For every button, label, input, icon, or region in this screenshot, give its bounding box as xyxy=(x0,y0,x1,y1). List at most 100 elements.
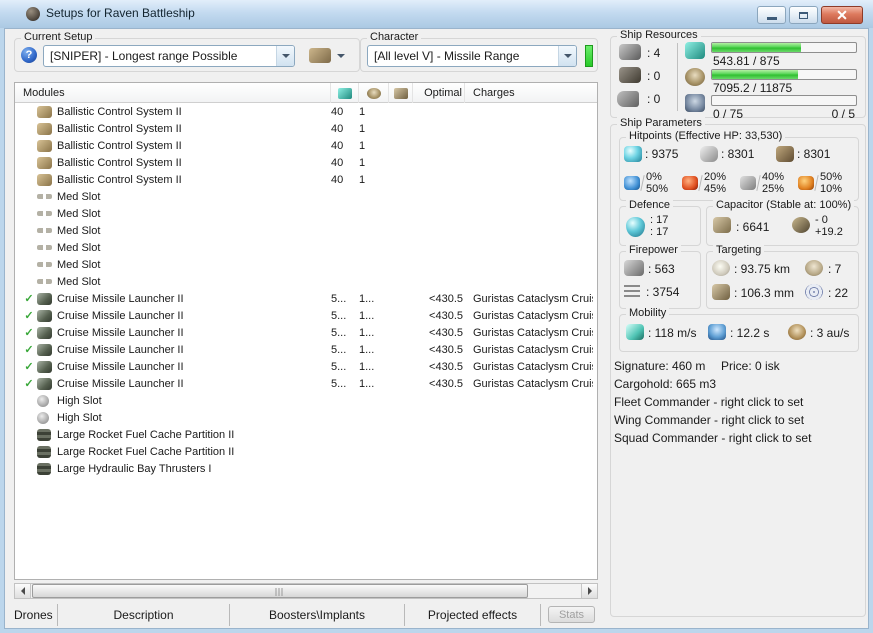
module-row[interactable]: High Slot xyxy=(15,409,597,426)
maximize-button[interactable] xyxy=(789,6,818,24)
module-name: High Slot xyxy=(57,394,102,407)
scrollbar-thumb[interactable] xyxy=(32,584,528,598)
drone-icon xyxy=(685,94,705,112)
module-cpu-value: 40 xyxy=(331,122,344,135)
fitted-check-icon: ✓ xyxy=(24,327,34,339)
close-button[interactable] xyxy=(821,6,863,24)
module-name: Med Slot xyxy=(57,241,101,254)
module-row[interactable]: ✓ Cruise Missile Launcher II 5... 1... <… xyxy=(15,358,597,375)
scan-resolution-value: : 22 xyxy=(828,286,849,300)
module-row[interactable]: Med Slot xyxy=(15,222,597,239)
module-optimal-value: <430.5 xyxy=(429,343,463,356)
module-row[interactable]: Large Rocket Fuel Cache Partition II xyxy=(15,426,597,443)
module-name: Ballistic Control System II xyxy=(57,122,182,135)
character-combobox-arrow[interactable] xyxy=(558,46,576,66)
bottom-tab[interactable]: Drones xyxy=(14,604,58,626)
scroll-left-arrow[interactable] xyxy=(15,584,31,598)
defence-shield-icon xyxy=(626,217,645,237)
module-icon xyxy=(37,411,49,424)
max-velocity-value: : 118 m/s xyxy=(648,326,697,340)
module-list-header[interactable]: Modules Optimal Charges xyxy=(15,83,597,103)
capacitor-column-header[interactable] xyxy=(389,83,413,103)
module-row[interactable]: Med Slot xyxy=(15,205,597,222)
current-setup-label: Current Setup xyxy=(21,31,96,43)
stats-button[interactable]: Stats xyxy=(548,606,595,623)
chevron-down-icon xyxy=(281,54,290,58)
squad-commander-line[interactable]: Squad Commander - right click to set xyxy=(614,431,811,445)
charges-column-header[interactable]: Charges xyxy=(465,83,593,103)
horizontal-scrollbar[interactable] xyxy=(14,583,598,599)
capacitor-label: Capacitor (Stable at: 100%) xyxy=(713,199,855,211)
capacitor-icon xyxy=(393,87,408,99)
firepower-group: Firepower : 563 : 3754 xyxy=(619,244,701,309)
minimize-button[interactable] xyxy=(757,6,786,24)
window-title: Setups for Raven Battleship xyxy=(46,6,195,20)
module-row[interactable]: Large Hydraulic Bay Thrusters I xyxy=(15,460,597,477)
launchers-free-value: : 0 xyxy=(647,69,661,83)
fitted-check-icon: ✓ xyxy=(24,344,34,356)
ship-menu-icon[interactable] xyxy=(309,48,331,63)
warp-speed-value: : 3 au/s xyxy=(810,326,850,340)
module-row[interactable]: Ballistic Control System II 40 1 xyxy=(15,171,597,188)
module-name: Ballistic Control System II xyxy=(57,173,182,186)
fleet-commander-line[interactable]: Fleet Commander - right click to set xyxy=(614,395,803,409)
setup-combobox-arrow[interactable] xyxy=(276,46,294,66)
optimal-column-header[interactable]: Optimal xyxy=(413,83,465,103)
resist-icon xyxy=(740,176,756,190)
fitted-check-icon: ✓ xyxy=(24,378,34,390)
module-optimal-value: <430.5 xyxy=(429,360,463,373)
resists-row: 0% 50% 20% 45% 40% 25% 50% 10% xyxy=(624,171,858,195)
module-row[interactable]: ✓ Cruise Missile Launcher II 5... 1... <… xyxy=(15,375,597,392)
ship-menu-caret-icon[interactable] xyxy=(337,54,345,58)
module-row[interactable]: ✓ Cruise Missile Launcher II 5... 1... <… xyxy=(15,307,597,324)
modules-column-header[interactable]: Modules xyxy=(21,83,331,103)
module-icon xyxy=(37,173,52,186)
module-name: Med Slot xyxy=(57,207,101,220)
rig-slot-icon xyxy=(617,91,639,107)
module-row[interactable]: Ballistic Control System II 40 1 xyxy=(15,103,597,120)
module-row[interactable]: High Slot xyxy=(15,392,597,409)
module-row[interactable]: Large Rocket Fuel Cache Partition II xyxy=(15,443,597,460)
module-row[interactable]: Med Slot xyxy=(15,256,597,273)
module-cpu-value: 40 xyxy=(331,156,344,169)
module-row[interactable]: ✓ Cruise Missile Launcher II 5... 1... <… xyxy=(15,324,597,341)
firepower-label: Firepower xyxy=(626,244,681,256)
bottom-tab[interactable]: Projected effects xyxy=(405,604,541,626)
module-charge-value: Guristas Cataclysm Cruise xyxy=(473,309,593,322)
module-optimal-value: <430.5 xyxy=(429,309,463,322)
scroll-right-arrow[interactable] xyxy=(581,584,597,598)
module-name: Cruise Missile Launcher II xyxy=(57,343,184,356)
module-row[interactable]: ✓ Cruise Missile Launcher II 5... 1... <… xyxy=(15,341,597,358)
warp-speed-icon xyxy=(788,324,806,340)
module-row[interactable]: Med Slot xyxy=(15,239,597,256)
resist-cell: 0% 50% xyxy=(624,171,682,195)
bottom-tab[interactable]: Description xyxy=(58,604,230,626)
module-name: Cruise Missile Launcher II xyxy=(57,292,184,305)
module-row[interactable]: Ballistic Control System II 40 1 xyxy=(15,120,597,137)
module-icon xyxy=(37,377,52,390)
module-name: Cruise Missile Launcher II xyxy=(57,326,184,339)
cpu-column-header[interactable] xyxy=(331,83,359,103)
module-row[interactable]: ✓ Cruise Missile Launcher II 5... 1... <… xyxy=(15,290,597,307)
titlebar[interactable]: Setups for Raven Battleship xyxy=(0,0,873,28)
module-row[interactable]: Ballistic Control System II 40 1 xyxy=(15,137,597,154)
module-name: Ballistic Control System II xyxy=(57,139,182,152)
module-list[interactable]: Modules Optimal Charges Ballistic Contro… xyxy=(14,82,598,580)
module-icon xyxy=(37,428,51,441)
cargohold-value: Cargohold: 665 m3 xyxy=(614,377,717,391)
module-name: Cruise Missile Launcher II xyxy=(57,360,184,373)
volley-icon xyxy=(624,285,640,298)
module-cpu-value: 5... xyxy=(331,292,347,305)
wing-commander-line[interactable]: Wing Commander - right click to set xyxy=(614,413,804,427)
powergrid-column-header[interactable] xyxy=(359,83,389,103)
shield-hp-value: : 9375 xyxy=(645,147,679,161)
help-icon[interactable]: ? xyxy=(21,47,37,63)
resist-shield-value: 40% xyxy=(762,171,785,183)
character-combobox[interactable]: [All level V] - Missile Range xyxy=(367,45,577,67)
setup-combobox[interactable]: [SNIPER] - Longest range Possible xyxy=(43,45,295,67)
bottom-tab[interactable]: Boosters\Implants xyxy=(230,604,405,626)
module-row[interactable]: Ballistic Control System II 40 1 xyxy=(15,154,597,171)
module-row[interactable]: Med Slot xyxy=(15,188,597,205)
module-row[interactable]: Med Slot xyxy=(15,273,597,290)
max-targets-value: : 7 xyxy=(828,262,842,276)
